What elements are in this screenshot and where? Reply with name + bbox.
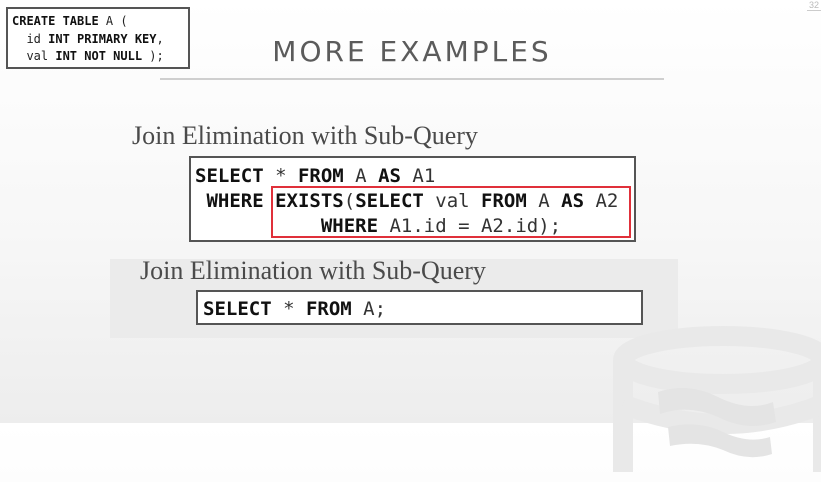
sql-keyword: AS (378, 165, 401, 187)
sql-text: A; (351, 298, 387, 320)
slide-title: MORE EXAMPLES (272, 35, 552, 68)
sql-keyword: SELECT (195, 165, 264, 187)
sql-text: * (263, 165, 298, 187)
sql-keyword: FROM (297, 165, 344, 187)
rewritten-query-box: SELECT * FROM A; (196, 290, 643, 325)
sql-keyword: SELECT (203, 298, 272, 320)
top-rule (807, 10, 821, 11)
sql-text: A (343, 165, 379, 187)
sql-keyword: WHERE (206, 190, 264, 212)
section-heading-2: Join Elimination with Sub-Query (140, 256, 486, 285)
database-cylinder-logo (613, 326, 821, 472)
schema-text: val (12, 49, 56, 63)
title-underline (160, 78, 664, 80)
section-heading-1: Join Elimination with Sub-Query (132, 121, 478, 150)
sql-keyword: FROM (305, 298, 352, 320)
schema-text: id (12, 31, 49, 46)
sql-text: * (271, 298, 306, 320)
schema-keyword: CREATE TABLE (12, 14, 99, 28)
sql-text: A1 (400, 165, 436, 187)
subquery-highlight-box (271, 186, 631, 238)
page-number: 32 (808, 0, 819, 10)
schema-keyword: INT PRIMARY KEY (48, 31, 157, 46)
schema-keyword: INT NOT NULL (55, 49, 143, 63)
schema-text: A ( (98, 14, 128, 28)
